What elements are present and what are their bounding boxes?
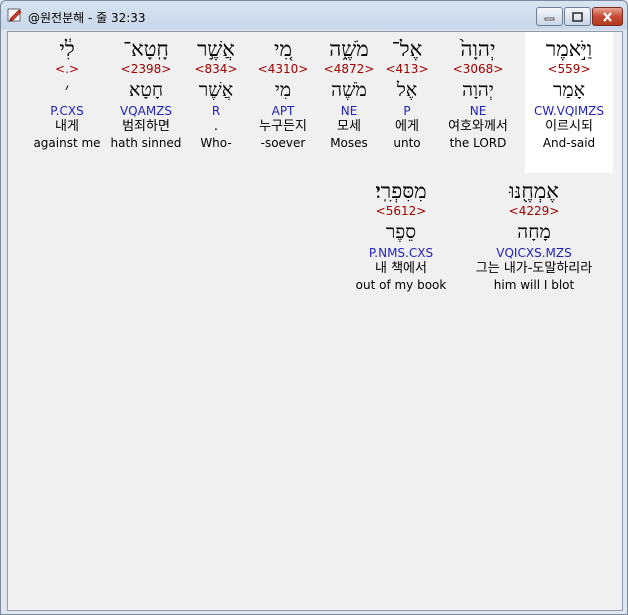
morphology-code: P bbox=[403, 104, 411, 118]
english-gloss: -soever bbox=[260, 136, 306, 150]
app-window: @원전분해 - 줄 32:33 וַיֹּ֣אמֶר <559> אָמַר C… bbox=[0, 0, 628, 615]
hebrew-root: סֵפֶר bbox=[385, 221, 417, 243]
hebrew-word: אֲשֶׁ֣ר bbox=[197, 37, 235, 61]
minimize-button[interactable] bbox=[536, 7, 563, 26]
hebrew-word: אֶמְחֶ֖נּוּ bbox=[509, 179, 559, 203]
korean-gloss: 에게 bbox=[395, 119, 419, 134]
english-gloss: him will I blot bbox=[493, 278, 575, 292]
word-block[interactable]: אֶל־ <413> אֶל P 에게 unto bbox=[383, 32, 431, 151]
strong-number[interactable]: <413> bbox=[383, 62, 431, 77]
window-title: @원전분해 - 줄 32:33 bbox=[28, 11, 146, 25]
word-block[interactable]: יְהוָה֙ <3068> יְהוָה NE 여호와께서 the LORD bbox=[436, 32, 520, 151]
hebrew-word: חָֽטָא־ bbox=[123, 37, 169, 61]
hebrew-word: יְהוָה֙ bbox=[460, 37, 496, 61]
hebrew-word: וַיֹּ֣אמֶר bbox=[545, 37, 593, 61]
strong-number[interactable]: <4310> bbox=[251, 62, 315, 77]
korean-gloss: 이르시되 bbox=[545, 119, 593, 134]
morphology-code: P.NMS.CXS bbox=[368, 246, 434, 260]
morphology-code: NE bbox=[340, 104, 358, 118]
korean-gloss: 여호와께서 bbox=[448, 119, 508, 134]
english-gloss: Moses bbox=[330, 136, 368, 150]
hebrew-root: אֶל bbox=[396, 79, 418, 101]
maximize-icon bbox=[572, 11, 583, 22]
korean-gloss: 모세 bbox=[337, 119, 361, 134]
morphology-code: P.CXS bbox=[50, 104, 84, 118]
close-button[interactable] bbox=[592, 7, 623, 26]
strong-number[interactable]: <559> bbox=[525, 62, 613, 77]
morphology-code: VQAMZS bbox=[119, 104, 173, 118]
hebrew-root: מֹשֶׁה bbox=[331, 79, 367, 101]
strong-number[interactable]: <4872> bbox=[321, 62, 377, 77]
word-block[interactable]: אֶמְחֶ֖נּוּ <4229> מָחָה VQICXS.MZS 그는 내… bbox=[454, 174, 614, 293]
hebrew-root: אָמַר bbox=[553, 79, 585, 101]
hebrew-root: חָטָא bbox=[128, 79, 164, 101]
hebrew-root: יְהוָה bbox=[462, 79, 494, 101]
hebrew-word: מִ֚י bbox=[274, 37, 292, 61]
korean-gloss: . bbox=[213, 119, 219, 134]
hebrew-word: מִסִּפְרִֽי׃ bbox=[375, 179, 427, 203]
hebrew-root: מָחָה bbox=[517, 221, 551, 243]
korean-gloss: 범죄하면 bbox=[122, 119, 170, 134]
english-gloss: against me bbox=[33, 136, 101, 150]
english-gloss: out of my book bbox=[355, 278, 447, 292]
word-block[interactable]: לִ֔י <.> ׳ P.CXS 내게 against me bbox=[30, 32, 104, 151]
strong-number[interactable]: <4229> bbox=[454, 204, 614, 219]
minimize-icon bbox=[544, 17, 555, 20]
hebrew-root: מִי bbox=[274, 79, 292, 101]
hebrew-root: ׳ bbox=[64, 79, 70, 101]
english-gloss: unto bbox=[393, 136, 421, 150]
english-gloss: hath sinned bbox=[110, 136, 182, 150]
strong-number[interactable]: <5612> bbox=[354, 204, 448, 219]
word-block[interactable]: אֲשֶׁ֣ר <834> אֲשֶׁר R . Who- bbox=[188, 32, 244, 151]
english-gloss: Who- bbox=[200, 136, 232, 150]
strong-number[interactable]: <2398> bbox=[110, 62, 182, 77]
hebrew-root: אֲשֶׁר bbox=[198, 79, 234, 101]
maximize-button[interactable] bbox=[564, 7, 591, 26]
korean-gloss: 누구든지 bbox=[259, 119, 307, 134]
strong-number[interactable]: <834> bbox=[188, 62, 244, 77]
strong-number[interactable]: <3068> bbox=[436, 62, 520, 77]
interlinear-panel[interactable]: וַיֹּ֣אמֶר <559> אָמַר CW.VQIMZS 이르시되 An… bbox=[7, 31, 623, 611]
english-gloss: the LORD bbox=[449, 136, 507, 150]
morphology-code: R bbox=[211, 104, 221, 118]
word-block[interactable]: מִ֚י <4310> מִי APT 누구든지 -soever bbox=[251, 32, 315, 151]
morphology-code: APT bbox=[271, 104, 295, 118]
morphology-code: VQICXS.MZS bbox=[496, 246, 572, 260]
hebrew-word: לִ֔י bbox=[59, 37, 75, 61]
close-icon bbox=[603, 11, 612, 22]
morphology-code: NE bbox=[469, 104, 487, 118]
hebrew-word: מֹשֶׁ֑ה bbox=[329, 37, 369, 61]
word-block[interactable]: מִסִּפְרִֽי׃ <5612> סֵפֶר P.NMS.CXS 내 책에… bbox=[354, 174, 448, 293]
word-block[interactable]: מֹשֶׁ֑ה <4872> מֹשֶׁה NE 모세 Moses bbox=[321, 32, 377, 151]
title-bar[interactable]: @원전분해 - 줄 32:33 bbox=[1, 1, 627, 30]
app-icon[interactable] bbox=[7, 7, 23, 23]
word-block[interactable]: חָֽטָא־ <2398> חָטָא VQAMZS 범죄하면 hath si… bbox=[110, 32, 182, 151]
morphology-code: CW.VQIMZS bbox=[533, 104, 605, 118]
korean-gloss: 내 책에서 bbox=[375, 261, 427, 276]
english-gloss: And-said bbox=[542, 136, 596, 150]
word-block[interactable]: וַיֹּ֣אמֶר <559> אָמַר CW.VQIMZS 이르시되 An… bbox=[525, 32, 613, 173]
hebrew-word: אֶל־ bbox=[391, 37, 423, 61]
window-controls bbox=[536, 7, 623, 26]
korean-gloss: 내게 bbox=[55, 119, 79, 134]
strong-number[interactable]: <.> bbox=[30, 62, 104, 77]
korean-gloss: 그는 내가-도말하리라 bbox=[475, 261, 593, 276]
